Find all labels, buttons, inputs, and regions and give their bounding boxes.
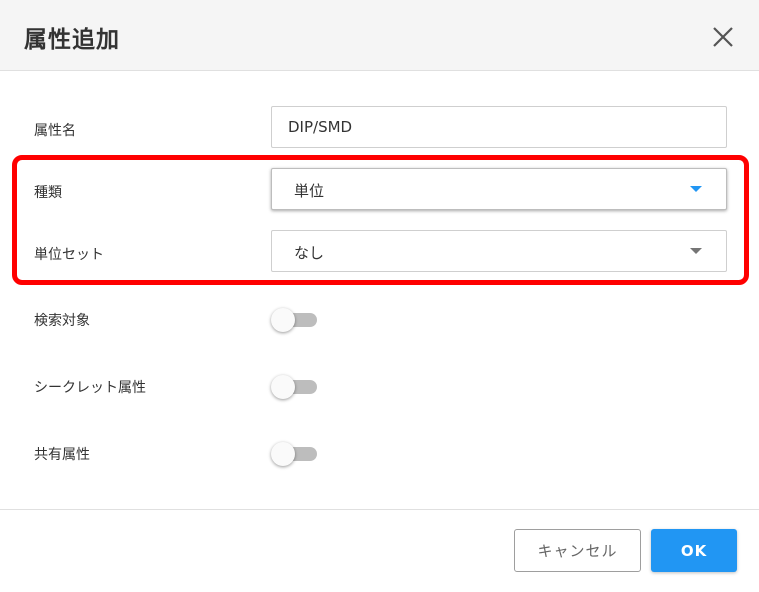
dropdown-arrow-icon [690, 186, 702, 192]
footer-divider [0, 509, 759, 510]
toggle-knob [271, 375, 295, 399]
attribute-name-input[interactable] [272, 107, 726, 147]
shared-attribute-toggle[interactable] [271, 442, 317, 466]
searchable-toggle[interactable] [271, 308, 317, 332]
unit-set-select[interactable]: なし [271, 230, 727, 272]
type-label: 種類 [34, 185, 62, 201]
searchable-label: 検索対象 [34, 313, 90, 329]
unit-set-select-value: なし [294, 244, 325, 262]
unit-set-label: 単位セット [34, 247, 104, 263]
toggle-knob [271, 442, 295, 466]
type-select-value: 単位 [294, 182, 325, 200]
secret-attribute-toggle[interactable] [271, 375, 317, 399]
secret-attribute-label: シークレット属性 [34, 380, 146, 396]
type-select[interactable]: 単位 [271, 168, 727, 210]
dialog-title: 属性追加 [24, 27, 120, 53]
close-icon[interactable] [710, 24, 736, 50]
shared-attribute-label: 共有属性 [34, 447, 90, 463]
ok-button[interactable]: OK [651, 529, 737, 572]
dialog-header: 属性追加 [0, 0, 759, 71]
attribute-name-label: 属性名 [34, 123, 76, 139]
toggle-knob [271, 308, 295, 332]
dropdown-arrow-icon [690, 248, 702, 254]
add-attribute-dialog: 属性追加 属性名 種類 単位 単位セット なし 検索対象 シークレット属性 共有… [0, 0, 759, 592]
attribute-name-field[interactable] [271, 106, 727, 148]
cancel-button[interactable]: キャンセル [514, 529, 641, 572]
